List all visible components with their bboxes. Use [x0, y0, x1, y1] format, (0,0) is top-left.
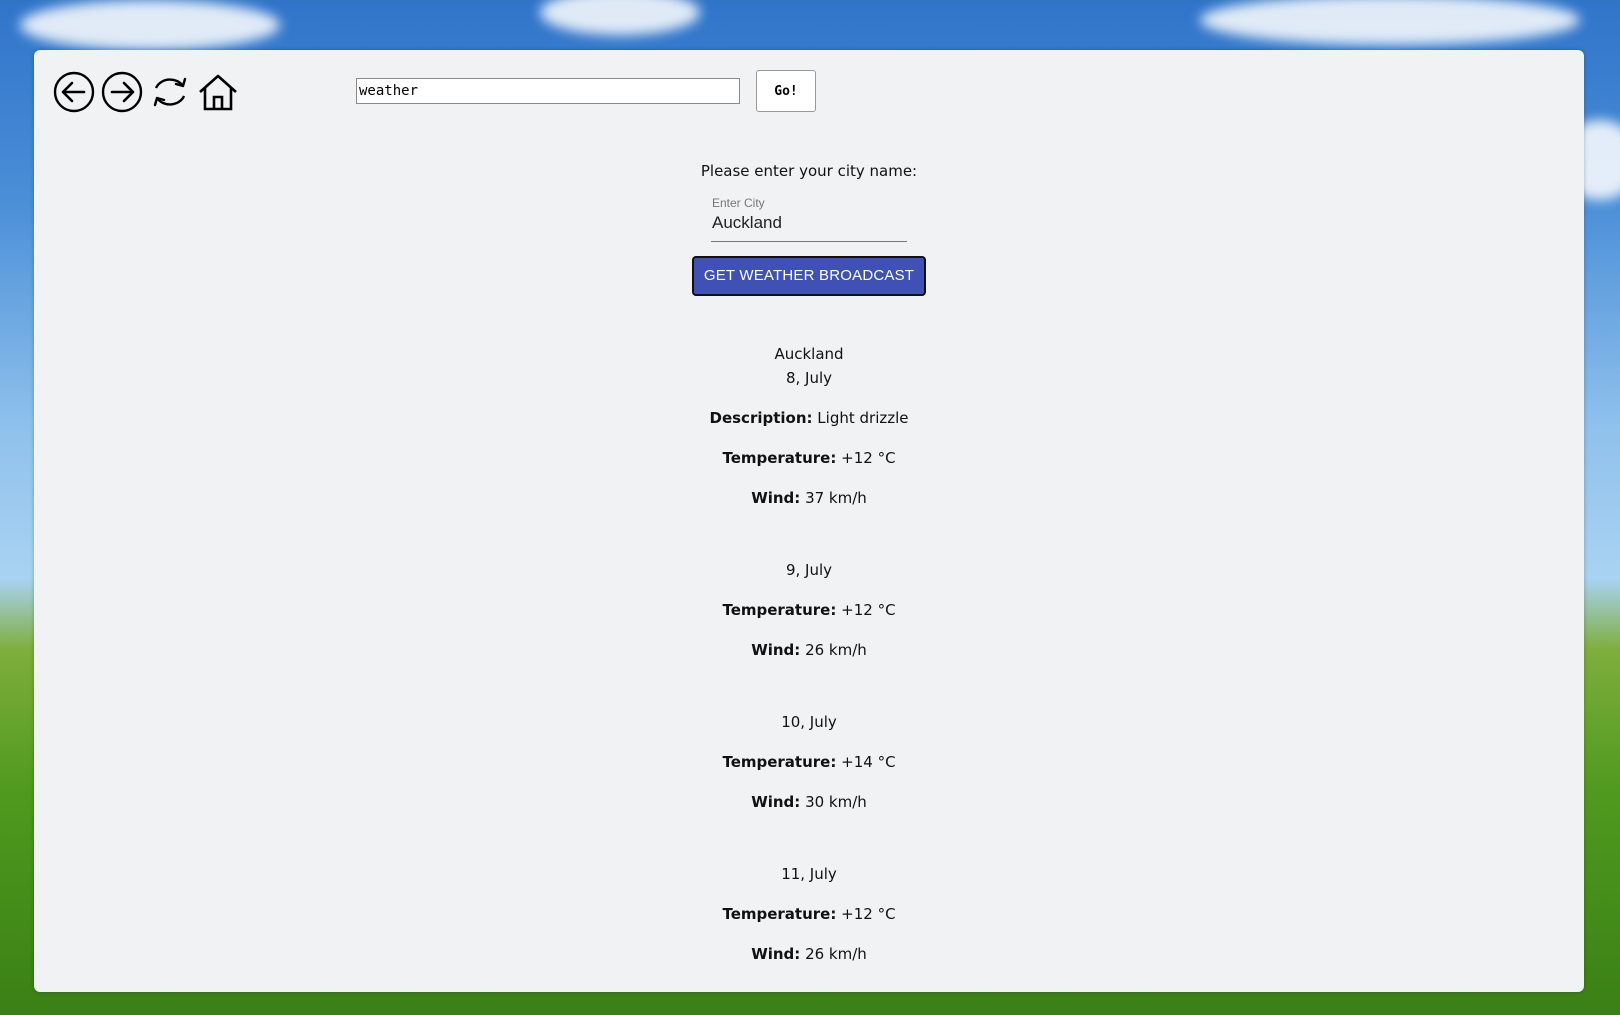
wind-value: 26 km/h — [805, 945, 867, 963]
forecast-day: 9, July Temperature: +12 °C Wind: 26 km/… — [34, 558, 1584, 662]
wind-value: 26 km/h — [805, 641, 867, 659]
forward-arrow-icon — [101, 71, 143, 113]
back-arrow-icon — [53, 71, 95, 113]
temperature-value: +12 °C — [841, 449, 896, 467]
forecast-date: 8, July — [785, 369, 833, 387]
city-field[interactable]: Enter City — [711, 196, 907, 242]
home-icon — [199, 74, 237, 111]
temperature-label: Temperature: — [722, 601, 837, 619]
forecast-date: 10, July — [781, 713, 837, 731]
browser-toolbar: Go! — [34, 50, 1584, 140]
city-input[interactable] — [711, 213, 907, 233]
temperature-label: Temperature: — [722, 753, 837, 771]
forecast-temperature: Temperature: +12 °C — [34, 598, 1584, 622]
wallpaper-cloud — [540, 0, 700, 35]
forecast-results: Auckland 8, July Description: Light driz… — [34, 342, 1584, 966]
temperature-value: +14 °C — [841, 753, 896, 771]
forward-button[interactable] — [100, 70, 144, 114]
forecast-city: Auckland — [774, 345, 844, 363]
home-button[interactable] — [196, 70, 240, 114]
temperature-value: +12 °C — [841, 905, 896, 923]
forecast-temperature: Temperature: +12 °C — [34, 446, 1584, 470]
wind-value: 37 km/h — [805, 489, 867, 507]
forecast-wind: Wind: 37 km/h — [34, 486, 1584, 510]
weather-app: Please enter your city name: Enter City … — [34, 160, 1584, 966]
browser-window: Go! Please enter your city name: Enter C… — [34, 50, 1584, 992]
forecast-temperature: Temperature: +14 °C — [34, 750, 1584, 774]
wallpaper-cloud — [1200, 0, 1580, 45]
wind-label: Wind: — [751, 793, 801, 811]
description-label: Description: — [709, 409, 813, 427]
url-input[interactable] — [356, 78, 740, 104]
forecast-wind: Wind: 26 km/h — [34, 638, 1584, 662]
forecast-temperature: Temperature: +12 °C — [34, 902, 1584, 926]
refresh-button[interactable] — [148, 70, 192, 114]
go-button[interactable]: Go! — [756, 70, 816, 112]
forecast-date: 9, July — [785, 561, 833, 579]
forecast-day: 11, July Temperature: +12 °C Wind: 26 km… — [34, 862, 1584, 966]
get-weather-button[interactable]: GET WEATHER BROADCAST — [692, 256, 926, 296]
city-field-label: Enter City — [712, 196, 765, 210]
forecast-date: 11, July — [781, 865, 837, 883]
temperature-value: +12 °C — [841, 601, 896, 619]
temperature-label: Temperature: — [722, 905, 837, 923]
forecast-description: Description: Light drizzle — [34, 406, 1584, 430]
refresh-icon — [153, 77, 187, 107]
forecast-wind: Wind: 26 km/h — [34, 942, 1584, 966]
city-prompt: Please enter your city name: — [700, 162, 918, 180]
wallpaper-cloud — [20, 0, 280, 50]
wind-value: 30 km/h — [805, 793, 867, 811]
description-value: Light drizzle — [817, 409, 909, 427]
wind-label: Wind: — [751, 489, 801, 507]
forecast-wind: Wind: 30 km/h — [34, 790, 1584, 814]
temperature-label: Temperature: — [722, 449, 837, 467]
forecast-day: 8, July Description: Light drizzle Tempe… — [34, 366, 1584, 510]
forecast-day: 10, July Temperature: +14 °C Wind: 30 km… — [34, 710, 1584, 814]
back-button[interactable] — [52, 70, 96, 114]
wind-label: Wind: — [751, 945, 801, 963]
wind-label: Wind: — [751, 641, 801, 659]
